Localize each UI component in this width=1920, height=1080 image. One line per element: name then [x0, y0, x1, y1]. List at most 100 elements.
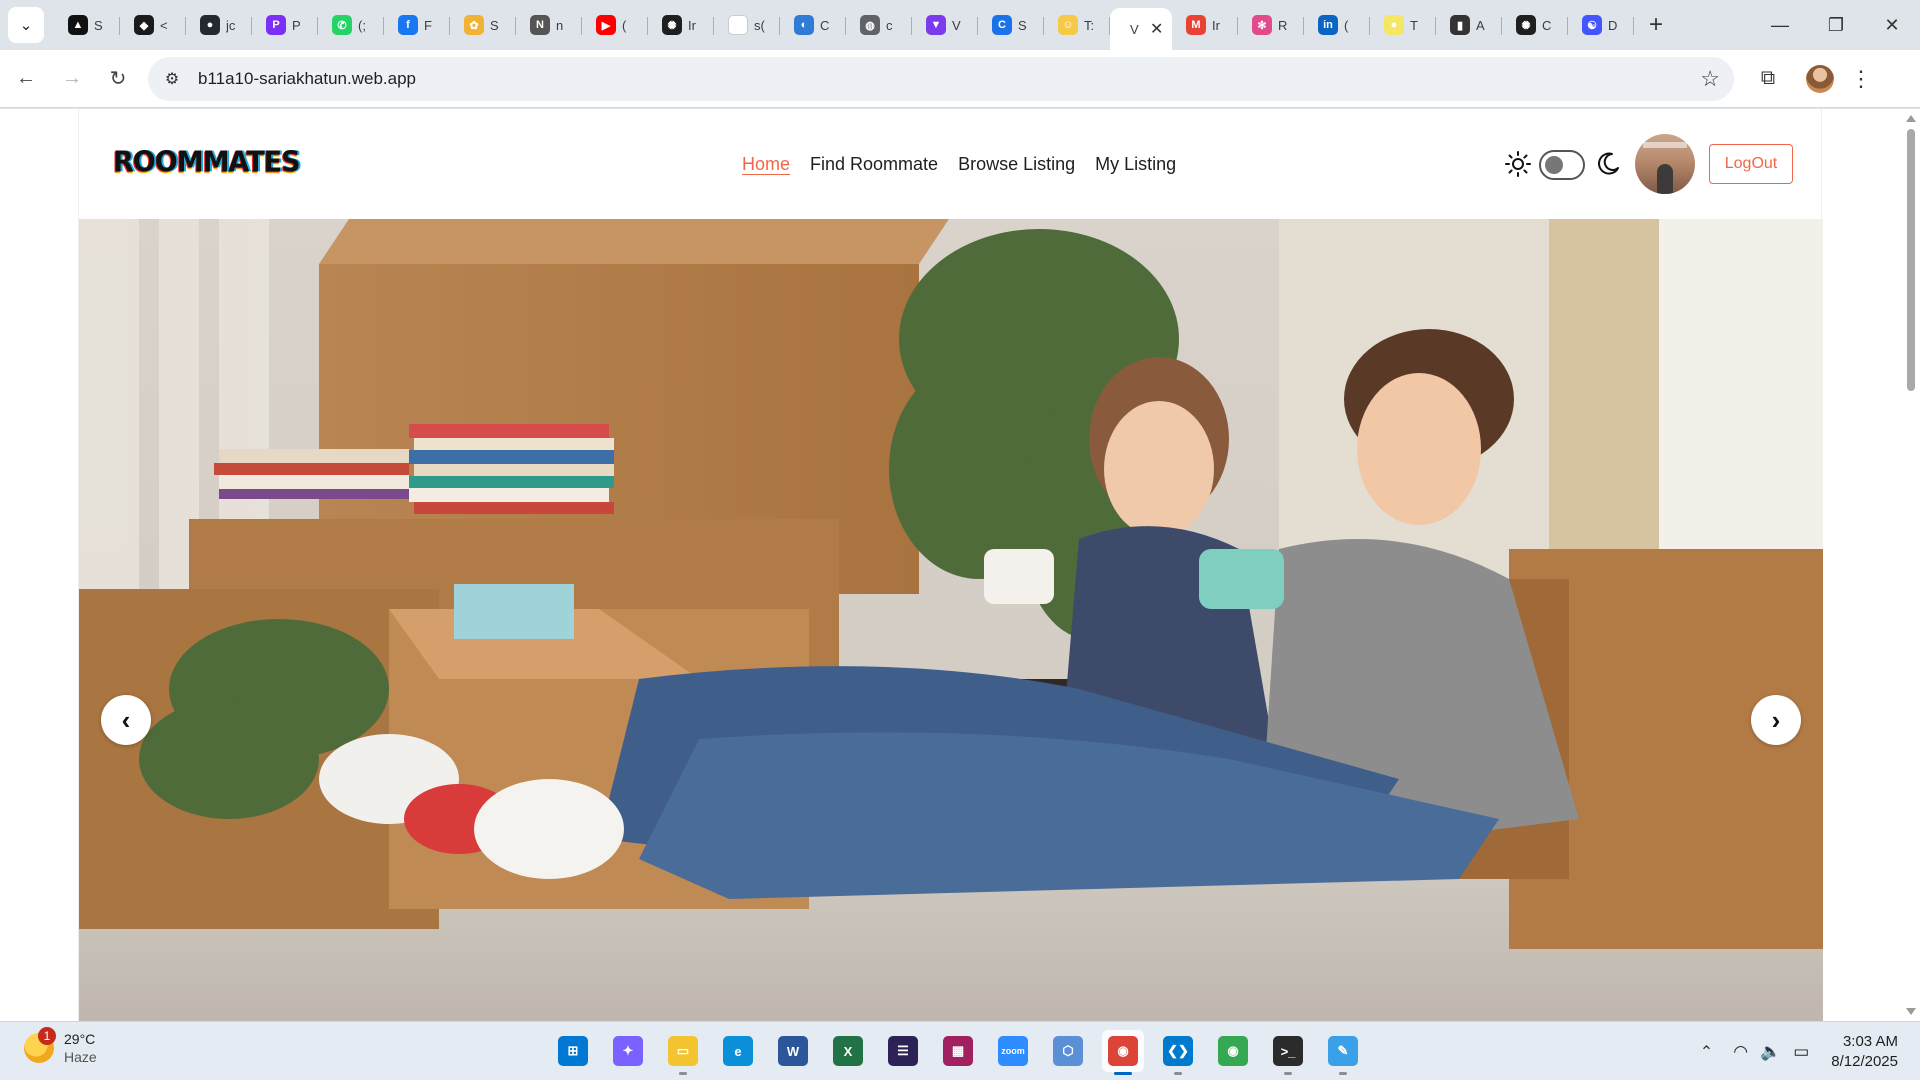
site-info-icon[interactable]: ⚙: [154, 61, 190, 97]
theme-toggle[interactable]: [1539, 150, 1585, 180]
running-indicator: [1174, 1072, 1182, 1075]
browser-tab[interactable]: ☯ D: [1568, 7, 1634, 43]
browser-tab[interactable]: ✺ Ir: [648, 7, 714, 43]
taskbar-paint-icon[interactable]: ✎: [1322, 1030, 1364, 1075]
taskbar-chrome-beta-icon[interactable]: ◉: [1212, 1030, 1254, 1072]
browser-tab[interactable]: ☺ T:: [1044, 7, 1110, 43]
taskbar-vscode-icon[interactable]: ❮❯: [1157, 1030, 1199, 1075]
logout-button[interactable]: LogOut: [1709, 144, 1793, 184]
page-scrollbar[interactable]: [1902, 109, 1920, 1021]
site-logo[interactable]: ROOMMATES: [113, 146, 301, 179]
browser-tab[interactable]: ✆ (;: [318, 7, 384, 43]
back-button[interactable]: ←: [6, 59, 46, 99]
browser-tab[interactable]: ✻ R: [1238, 7, 1304, 43]
browser-tab[interactable]: s(: [714, 7, 780, 43]
tab-favicon-icon: ✻: [1252, 15, 1272, 35]
taskbar-edge-icon[interactable]: e: [717, 1030, 759, 1072]
tab-close-icon[interactable]: ✕: [1150, 19, 1163, 39]
browser-toolbar: ← → ↻ ⚙ b11a10-sariakhatun.web.app ☆ ⧉ ⋮: [0, 50, 1920, 108]
carousel-prev-button[interactable]: ‹: [101, 695, 151, 745]
wifi-icon[interactable]: ◠: [1733, 1042, 1748, 1062]
tab-title: V: [952, 17, 961, 33]
tab-favicon-icon: ☺: [1058, 15, 1078, 35]
address-bar[interactable]: ⚙ b11a10-sariakhatun.web.app ☆: [148, 56, 1734, 101]
tab-favicon-icon: f: [398, 15, 418, 35]
site-navbar: ROOMMATES Home Find Roommate Browse List…: [79, 109, 1823, 219]
browser-tab[interactable]: ✿ S: [450, 7, 516, 43]
forward-button[interactable]: →: [52, 59, 92, 99]
url-text[interactable]: b11a10-sariakhatun.web.app: [198, 69, 416, 89]
browser-tab[interactable]: ◆ <: [120, 7, 186, 43]
weather-widget[interactable]: 1 29°C Haze: [24, 1027, 97, 1066]
vscode-glyph: ❮❯: [1163, 1036, 1193, 1066]
browser-tab[interactable]: PP: [252, 7, 318, 43]
taskbar-eclipse-icon[interactable]: ☰: [882, 1030, 924, 1072]
volume-icon[interactable]: 🔈: [1760, 1042, 1781, 1062]
reload-button[interactable]: ↻: [98, 59, 138, 99]
browser-menu-icon[interactable]: ⋮: [1846, 59, 1876, 99]
tab-favicon-icon: N: [530, 15, 550, 35]
tab-favicon-icon: ✆: [332, 15, 352, 35]
bookmark-star-icon[interactable]: ☆: [1700, 66, 1720, 92]
scroll-up-arrow[interactable]: [1906, 115, 1916, 122]
browser-tab[interactable]: Nn: [516, 7, 582, 43]
taskbar-winrar-icon[interactable]: ▦: [937, 1030, 979, 1072]
browser-tab[interactable]: ◐ C: [780, 7, 846, 43]
browser-tab[interactable]: ▼ V: [912, 7, 978, 43]
browser-profile-avatar[interactable]: [1806, 64, 1834, 93]
weather-temp: 29°C: [64, 1031, 96, 1047]
minimize-button[interactable]: —: [1752, 0, 1808, 50]
paint-glyph: ✎: [1328, 1036, 1358, 1066]
browser-tab[interactable]: in (: [1304, 7, 1370, 43]
close-window-button[interactable]: ✕: [1864, 0, 1920, 50]
browser-tab[interactable]: fF: [384, 7, 450, 43]
browser-tab[interactable]: ▲ S: [54, 7, 120, 43]
tray-overflow-icon[interactable]: ⌃: [1700, 1042, 1713, 1062]
browser-tab[interactable]: ▶(: [582, 7, 648, 43]
browser-tab[interactable]: M Ir: [1172, 7, 1238, 43]
taskbar-chrome-icon[interactable]: ◉: [1102, 1030, 1144, 1075]
window-controls: — ❐ ✕: [1752, 0, 1920, 50]
extensions-icon[interactable]: ⧉: [1748, 59, 1788, 99]
tab-title: Ir: [688, 17, 696, 33]
carousel-next-button[interactable]: ›: [1751, 695, 1801, 745]
restore-button[interactable]: ❐: [1808, 0, 1864, 50]
tab-search-icon[interactable]: ⌄: [8, 7, 44, 43]
taskbar-virtualbox-icon[interactable]: ⬡: [1047, 1030, 1089, 1072]
main-menu: Home Find Roommate Browse Listing My Lis…: [742, 154, 1176, 175]
new-tab-button[interactable]: +: [1638, 7, 1674, 43]
browser-tab-active[interactable]: V ✕: [1110, 8, 1172, 50]
tab-title: (;: [358, 17, 366, 33]
browser-tab[interactable]: ◍ c: [846, 7, 912, 43]
hero-carousel: ‹ ›: [79, 219, 1823, 1021]
tab-title: c: [886, 17, 893, 33]
browser-tab[interactable]: ▮ A: [1436, 7, 1502, 43]
taskbar-terminal-icon[interactable]: >_: [1267, 1030, 1309, 1075]
taskbar-copilot-icon[interactable]: ✦: [607, 1030, 649, 1072]
browser-tab[interactable]: ✺ C: [1502, 7, 1568, 43]
browser-tab[interactable]: ● T: [1370, 7, 1436, 43]
clock[interactable]: 3:03 AM 8/12/2025: [1831, 1032, 1898, 1072]
user-avatar[interactable]: [1635, 134, 1695, 194]
tab-title: C: [1542, 17, 1552, 33]
tab-favicon-icon: ✿: [464, 15, 484, 35]
nav-find-roommate[interactable]: Find Roommate: [810, 154, 938, 175]
taskbar-excel-icon[interactable]: X: [827, 1030, 869, 1072]
excel-glyph: X: [833, 1036, 863, 1066]
taskbar-zoom-icon[interactable]: zoom: [992, 1030, 1034, 1072]
nav-home[interactable]: Home: [742, 154, 790, 175]
battery-icon[interactable]: ▭: [1793, 1042, 1809, 1062]
scroll-down-arrow[interactable]: [1906, 1008, 1916, 1015]
taskbar-windows-start-icon[interactable]: ⊞: [552, 1030, 594, 1072]
taskbar-file-explorer-icon[interactable]: ▭: [662, 1030, 704, 1075]
browser-tab[interactable]: CS: [978, 7, 1044, 43]
tab-title: T:: [1084, 17, 1095, 33]
nav-my-listing[interactable]: My Listing: [1095, 154, 1176, 175]
tab-title: n: [556, 17, 564, 33]
taskbar-word-icon[interactable]: W: [772, 1030, 814, 1072]
tab-favicon-icon: ▶: [596, 15, 616, 35]
browser-tab[interactable]: ● jc: [186, 7, 252, 43]
nav-browse-listing[interactable]: Browse Listing: [958, 154, 1075, 175]
tab-title: V: [1130, 21, 1139, 37]
scroll-thumb[interactable]: [1907, 129, 1915, 391]
